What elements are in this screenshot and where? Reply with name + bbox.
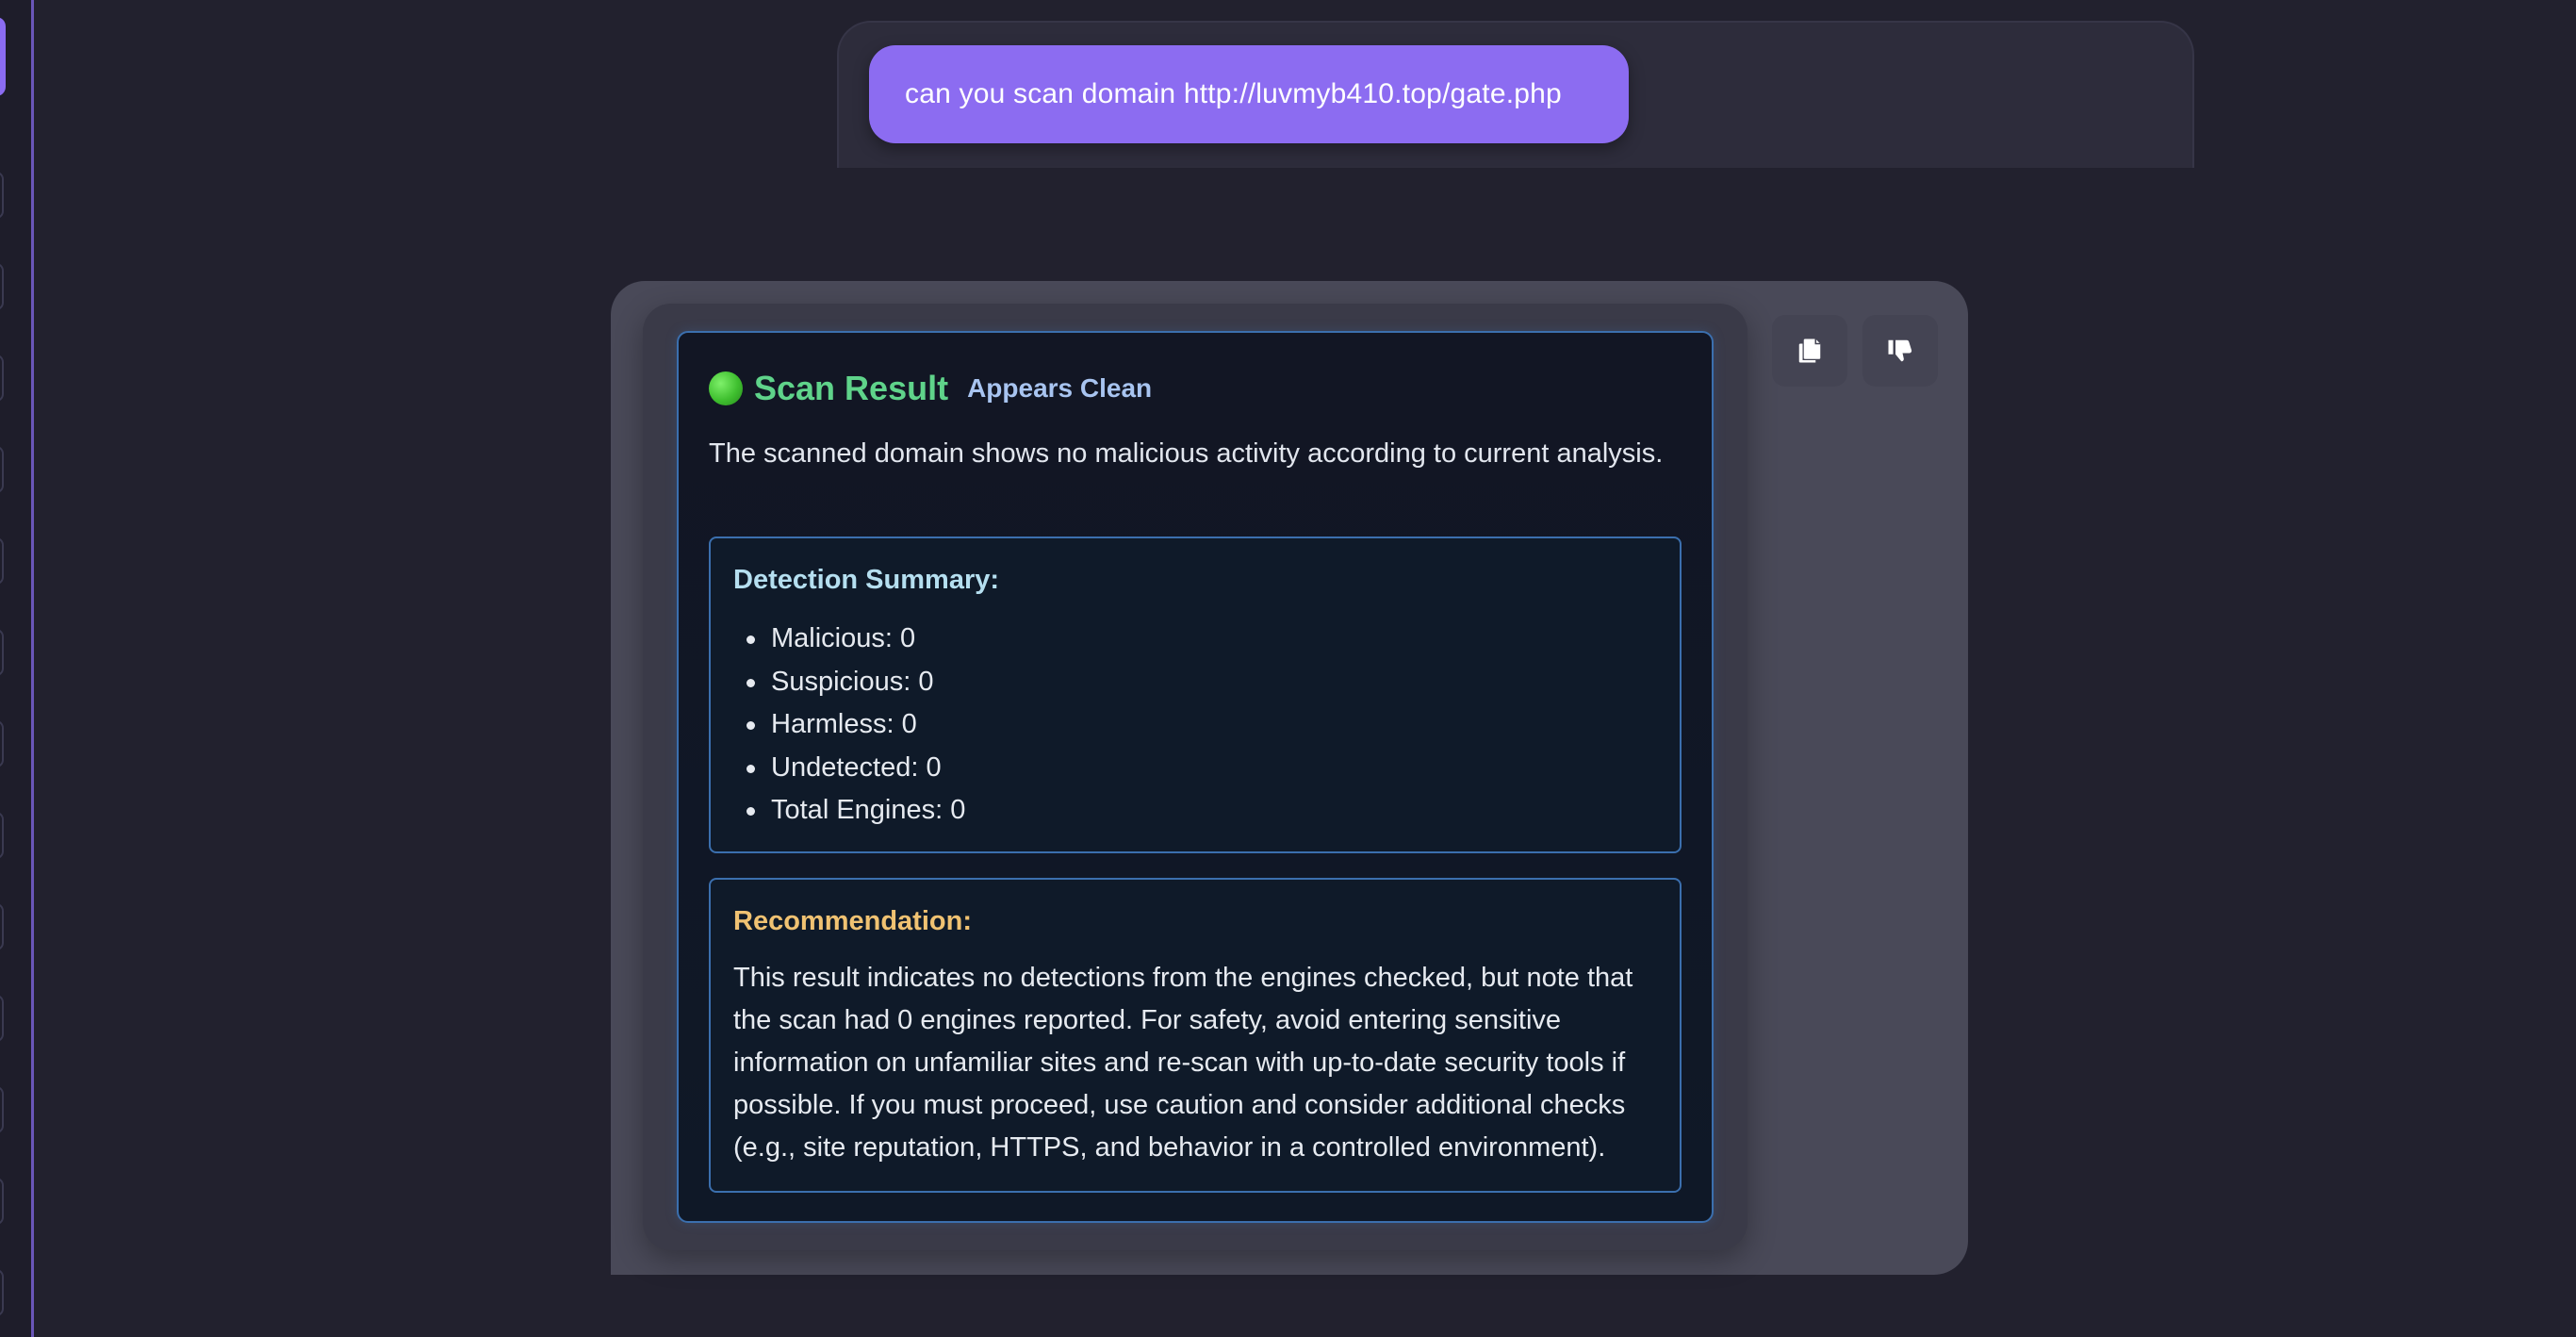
user-message-text: can you scan domain http://luvmyb410.top… — [905, 78, 1562, 109]
list-item: Undetected: 0 — [733, 747, 965, 790]
detection-harmless: Harmless: 0 — [771, 709, 917, 739]
sidebar-item[interactable] — [0, 629, 4, 676]
scan-status-badge: Appears Clean — [967, 373, 1153, 403]
sidebar-item[interactable] — [0, 903, 4, 950]
sidebar-item[interactable] — [0, 1269, 4, 1316]
list-item: Total Engines: 0 — [733, 789, 965, 833]
list-item: Harmless: 0 — [733, 703, 965, 747]
sidebar-item[interactable] — [0, 720, 4, 768]
sidebar-item[interactable] — [0, 995, 4, 1042]
sidebar-item[interactable] — [0, 263, 4, 310]
detection-summary-list: Malicious: 0 Suspicious: 0 Harmless: 0 U… — [733, 618, 965, 833]
copy-button[interactable] — [1772, 315, 1847, 387]
scan-result-title: Scan Result — [754, 369, 949, 407]
user-message-bubble: can you scan domain http://luvmyb410.top… — [869, 45, 1629, 143]
detection-suspicious: Suspicious: 0 — [771, 666, 934, 697]
copy-icon — [1798, 338, 1821, 363]
bullet-icon — [747, 764, 755, 773]
thumbs-down-icon — [1888, 339, 1912, 362]
detection-total-engines: Total Engines: 0 — [771, 795, 966, 825]
list-item: Suspicious: 0 — [733, 661, 965, 704]
sidebar-item[interactable] — [0, 812, 4, 859]
detection-undetected: Undetected: 0 — [771, 751, 942, 783]
sidebar-item[interactable] — [0, 172, 4, 219]
sidebar-item[interactable] — [0, 446, 4, 493]
recommendation-text: This result indicates no detections from… — [733, 963, 1633, 1163]
bullet-icon — [747, 807, 755, 816]
recommendation-box: Recommendation: This result indicates no… — [709, 878, 1682, 1193]
scan-result-description: The scanned domain shows no malicious ac… — [709, 438, 1664, 469]
sidebar — [0, 0, 34, 1337]
sidebar-active-item[interactable] — [0, 17, 6, 96]
green-circle-icon — [709, 371, 743, 405]
sidebar-item[interactable] — [0, 537, 4, 585]
sidebar-item[interactable] — [0, 355, 4, 402]
bullet-icon — [747, 635, 755, 644]
scan-result-header: Scan Result Appears Clean — [709, 369, 1152, 408]
dislike-button[interactable] — [1862, 315, 1938, 387]
sidebar-item[interactable] — [0, 1178, 4, 1225]
bullet-icon — [747, 678, 755, 687]
detection-summary-title: Detection Summary: — [733, 565, 1000, 595]
bullet-icon — [747, 721, 755, 730]
sidebar-item[interactable] — [0, 1086, 4, 1133]
recommendation-title: Recommendation: — [733, 906, 972, 936]
list-item: Malicious: 0 — [733, 618, 965, 661]
detection-summary-box: Detection Summary: Malicious: 0 Suspicio… — [709, 536, 1682, 853]
detection-malicious: Malicious: 0 — [771, 623, 916, 653]
scan-result-card: Scan Result Appears Clean The scanned do… — [677, 331, 1714, 1223]
